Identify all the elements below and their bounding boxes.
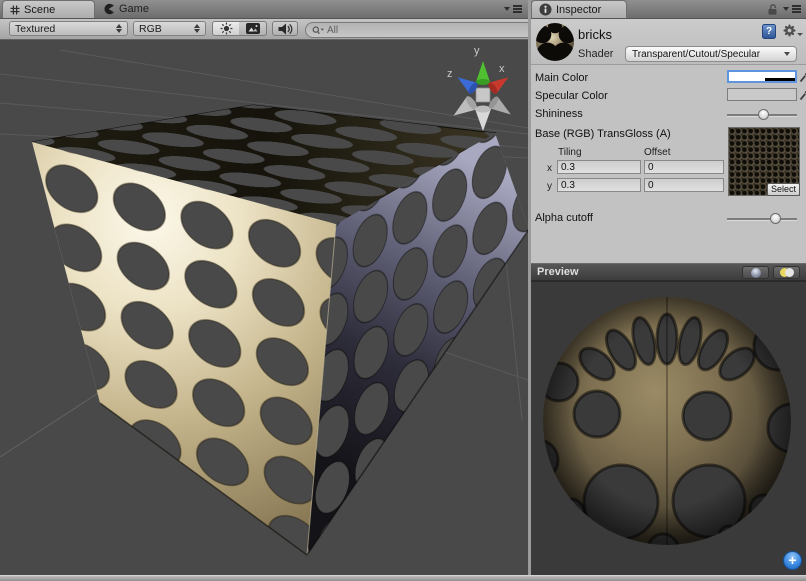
scene-viewport[interactable]: y x z <box>0 40 528 575</box>
select-texture-button[interactable]: Select <box>767 183 800 196</box>
orientation-gizmo[interactable]: y x z <box>447 45 515 131</box>
tab-inspector[interactable]: Inspector <box>531 0 627 18</box>
gizmo-z-label: z <box>447 68 453 80</box>
render-mode-button[interactable] <box>239 21 267 36</box>
draw-mode-value: Textured <box>15 23 55 35</box>
sphere-icon <box>751 268 761 278</box>
gizmo-y-label: y <box>474 45 480 57</box>
gear-menu-button[interactable] <box>783 24 803 37</box>
shininess-slider[interactable] <box>727 108 797 121</box>
alpha-cutoff-label: Alpha cutoff <box>535 212 593 224</box>
material-preview-ball <box>536 23 574 61</box>
scene-toolbar: Textured RGB <box>0 19 528 40</box>
gizmo-x-label: x <box>499 63 505 75</box>
updown-arrows-icon <box>111 24 122 33</box>
shader-value: Transparent/Cutout/Specular <box>632 49 760 60</box>
color-mode-dropdown[interactable]: RGB <box>133 21 206 36</box>
chevron-down-icon <box>783 7 789 11</box>
scene-tabbar: Scene Game <box>0 0 528 19</box>
window-bottom-edge <box>0 575 806 581</box>
draw-mode-dropdown[interactable]: Textured <box>9 21 128 36</box>
tiling-y-input[interactable] <box>557 178 641 192</box>
inspector-panel: Inspector bricks Shader Transparent/Cuto… <box>531 0 806 575</box>
scene-3d-view: y x z <box>0 40 528 575</box>
eyedropper-icon[interactable] <box>799 88 806 101</box>
tab-scene[interactable]: Scene <box>2 0 95 18</box>
main-color-label: Main Color <box>535 72 588 84</box>
main-color-swatch[interactable] <box>727 70 797 83</box>
alpha-cutoff-slider[interactable] <box>727 212 797 225</box>
color-mode-value: RGB <box>139 23 162 35</box>
game-icon <box>103 3 115 15</box>
offset-x-input[interactable] <box>644 160 724 174</box>
slider-handle[interactable] <box>758 109 769 120</box>
scene-search-field[interactable] <box>305 22 535 38</box>
sun-icon <box>220 22 233 35</box>
specular-color-label: Specular Color <box>535 90 608 102</box>
slider-handle[interactable] <box>770 213 781 224</box>
scene-panel: Scene Game Textured RGB <box>0 0 528 575</box>
lights-icon <box>780 268 794 277</box>
chevron-down-icon <box>797 33 803 36</box>
preview-lighting-button[interactable] <box>773 266 800 279</box>
gear-icon <box>783 24 796 37</box>
preview-area[interactable] <box>531 281 806 575</box>
search-icon <box>312 26 325 35</box>
shader-dropdown[interactable]: Transparent/Cutout/Specular <box>625 46 797 62</box>
unity-editor-window: Scene Game Textured RGB <box>0 0 806 581</box>
preview-title: Preview <box>537 266 579 278</box>
lighting-toggle-button[interactable] <box>212 21 240 36</box>
material-header: bricks Shader Transparent/Cutout/Specula… <box>531 19 806 65</box>
help-button[interactable] <box>762 24 776 39</box>
add-button[interactable] <box>783 551 802 570</box>
gizmo-y-axis[interactable] <box>476 61 490 85</box>
offset-header: Offset <box>644 147 671 158</box>
inspector-tabbar: Inspector <box>531 0 806 19</box>
scene-pane-menu-button[interactable] <box>504 5 522 13</box>
grid-icon <box>10 5 20 15</box>
speaker-icon <box>278 23 293 35</box>
inspector-pane-menu-button[interactable] <box>783 5 801 13</box>
chevron-down-icon <box>504 7 510 11</box>
gizmo-x-axis[interactable] <box>487 72 512 95</box>
tiling-header: Tiling <box>558 147 582 158</box>
info-icon <box>539 3 552 16</box>
base-map-label: Base (RGB) TransGloss (A) <box>535 128 671 140</box>
axis-y-label: y <box>547 181 552 192</box>
lock-open-icon <box>767 3 778 16</box>
gizmo-center-cube[interactable] <box>476 88 490 102</box>
eyedropper-icon[interactable] <box>799 70 806 83</box>
shininess-label: Shininess <box>535 108 583 120</box>
image-icon <box>246 23 260 34</box>
tab-inspector-label: Inspector <box>556 4 601 16</box>
search-input[interactable] <box>325 24 528 37</box>
axis-x-label: x <box>547 163 552 174</box>
menu-icon <box>792 5 801 13</box>
slider-track[interactable] <box>727 218 797 221</box>
tab-game-label: Game <box>119 3 149 15</box>
cube-mesh[interactable] <box>32 105 528 555</box>
tiling-x-input[interactable] <box>557 160 641 174</box>
menu-icon <box>513 5 522 13</box>
updown-arrows-icon <box>189 24 200 33</box>
material-name: bricks <box>578 27 612 42</box>
chevron-down-icon <box>784 52 790 56</box>
offset-y-input[interactable] <box>644 178 724 192</box>
preview-sphere <box>531 282 806 575</box>
gizmo-z-axis[interactable] <box>454 72 479 95</box>
audio-toggle-button[interactable] <box>272 21 298 36</box>
tab-scene-label: Scene <box>24 4 55 16</box>
preview-shape-button[interactable] <box>742 266 769 279</box>
specular-color-swatch[interactable] <box>727 88 797 101</box>
shader-label: Shader <box>578 48 613 60</box>
tab-game[interactable]: Game <box>103 0 149 18</box>
preview-header[interactable]: Preview <box>531 263 806 281</box>
